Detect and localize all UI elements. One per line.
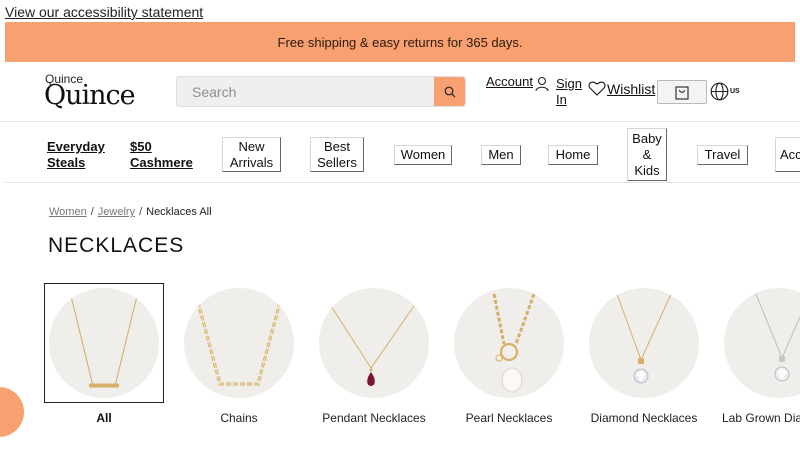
promo-text: Free shipping & easy returns for 365 day… (277, 34, 523, 50)
cart-button[interactable] (657, 80, 707, 104)
nav-button-women[interactable]: Women (394, 145, 452, 165)
category-image-lab-grown (724, 288, 800, 398)
category-carousel: All Chains Pendant Necklaces Pearl Neckl… (44, 283, 800, 433)
nav-button-travel[interactable]: Travel (697, 145, 748, 165)
wishlist-link[interactable]: Wishlist (607, 81, 655, 97)
selected-frame (44, 283, 164, 403)
sign-in-link[interactable]: Sign In (556, 76, 586, 108)
nav-button-new-arrivals[interactable]: New Arrivals (222, 137, 281, 172)
main-navigation: Everyday Steals $50 Cashmere New Arrival… (5, 123, 800, 183)
logo-text: Quince (44, 80, 136, 111)
heart-icon[interactable] (588, 80, 606, 96)
search-icon (444, 86, 455, 97)
nav-button-baby-kids[interactable]: Baby & Kids (627, 128, 667, 181)
breadcrumb-link-women[interactable]: Women (49, 206, 87, 218)
category-image-chains (184, 288, 294, 398)
category-image-diamond (589, 288, 699, 398)
search-button[interactable] (434, 77, 465, 106)
nav-button-accessories[interactable]: Acc (775, 137, 800, 172)
accessibility-statement-link[interactable]: View our accessibility statement (5, 4, 203, 20)
breadcrumb-separator: / (139, 206, 143, 218)
search-input[interactable] (177, 77, 435, 106)
nav-button-home[interactable]: Home (548, 145, 598, 165)
logo[interactable]: Quince Quince (44, 70, 136, 114)
breadcrumb-separator: / (90, 206, 94, 218)
globe-icon[interactable] (710, 82, 729, 101)
user-icon (535, 76, 549, 92)
search-bar (176, 76, 466, 107)
site-header: Quince Quince Account Sign In Wishlist U… (0, 62, 800, 122)
category-image-pearl (454, 288, 564, 398)
shopping-bag-icon (675, 86, 689, 100)
region-label[interactable]: US (730, 88, 740, 95)
chat-widget-button[interactable] (0, 387, 24, 437)
page-title: NECKLACES (48, 234, 185, 257)
account-link[interactable]: Account (486, 74, 533, 89)
breadcrumb-current: Necklaces All (146, 206, 212, 218)
category-label: Lab Grown Dia (722, 411, 800, 425)
nav-link-cashmere[interactable]: $50 Cashmere (130, 139, 200, 171)
breadcrumb-link-jewelry[interactable]: Jewelry (98, 206, 135, 218)
breadcrumb: Women / Jewelry / Necklaces All (49, 206, 212, 218)
nav-button-best-sellers[interactable]: Best Sellers (310, 137, 364, 172)
category-image-pendant (319, 288, 429, 398)
nav-button-men[interactable]: Men (481, 145, 521, 165)
nav-link-everyday-steals[interactable]: Everyday Steals (47, 139, 117, 171)
promo-banner: Free shipping & easy returns for 365 day… (5, 22, 795, 62)
